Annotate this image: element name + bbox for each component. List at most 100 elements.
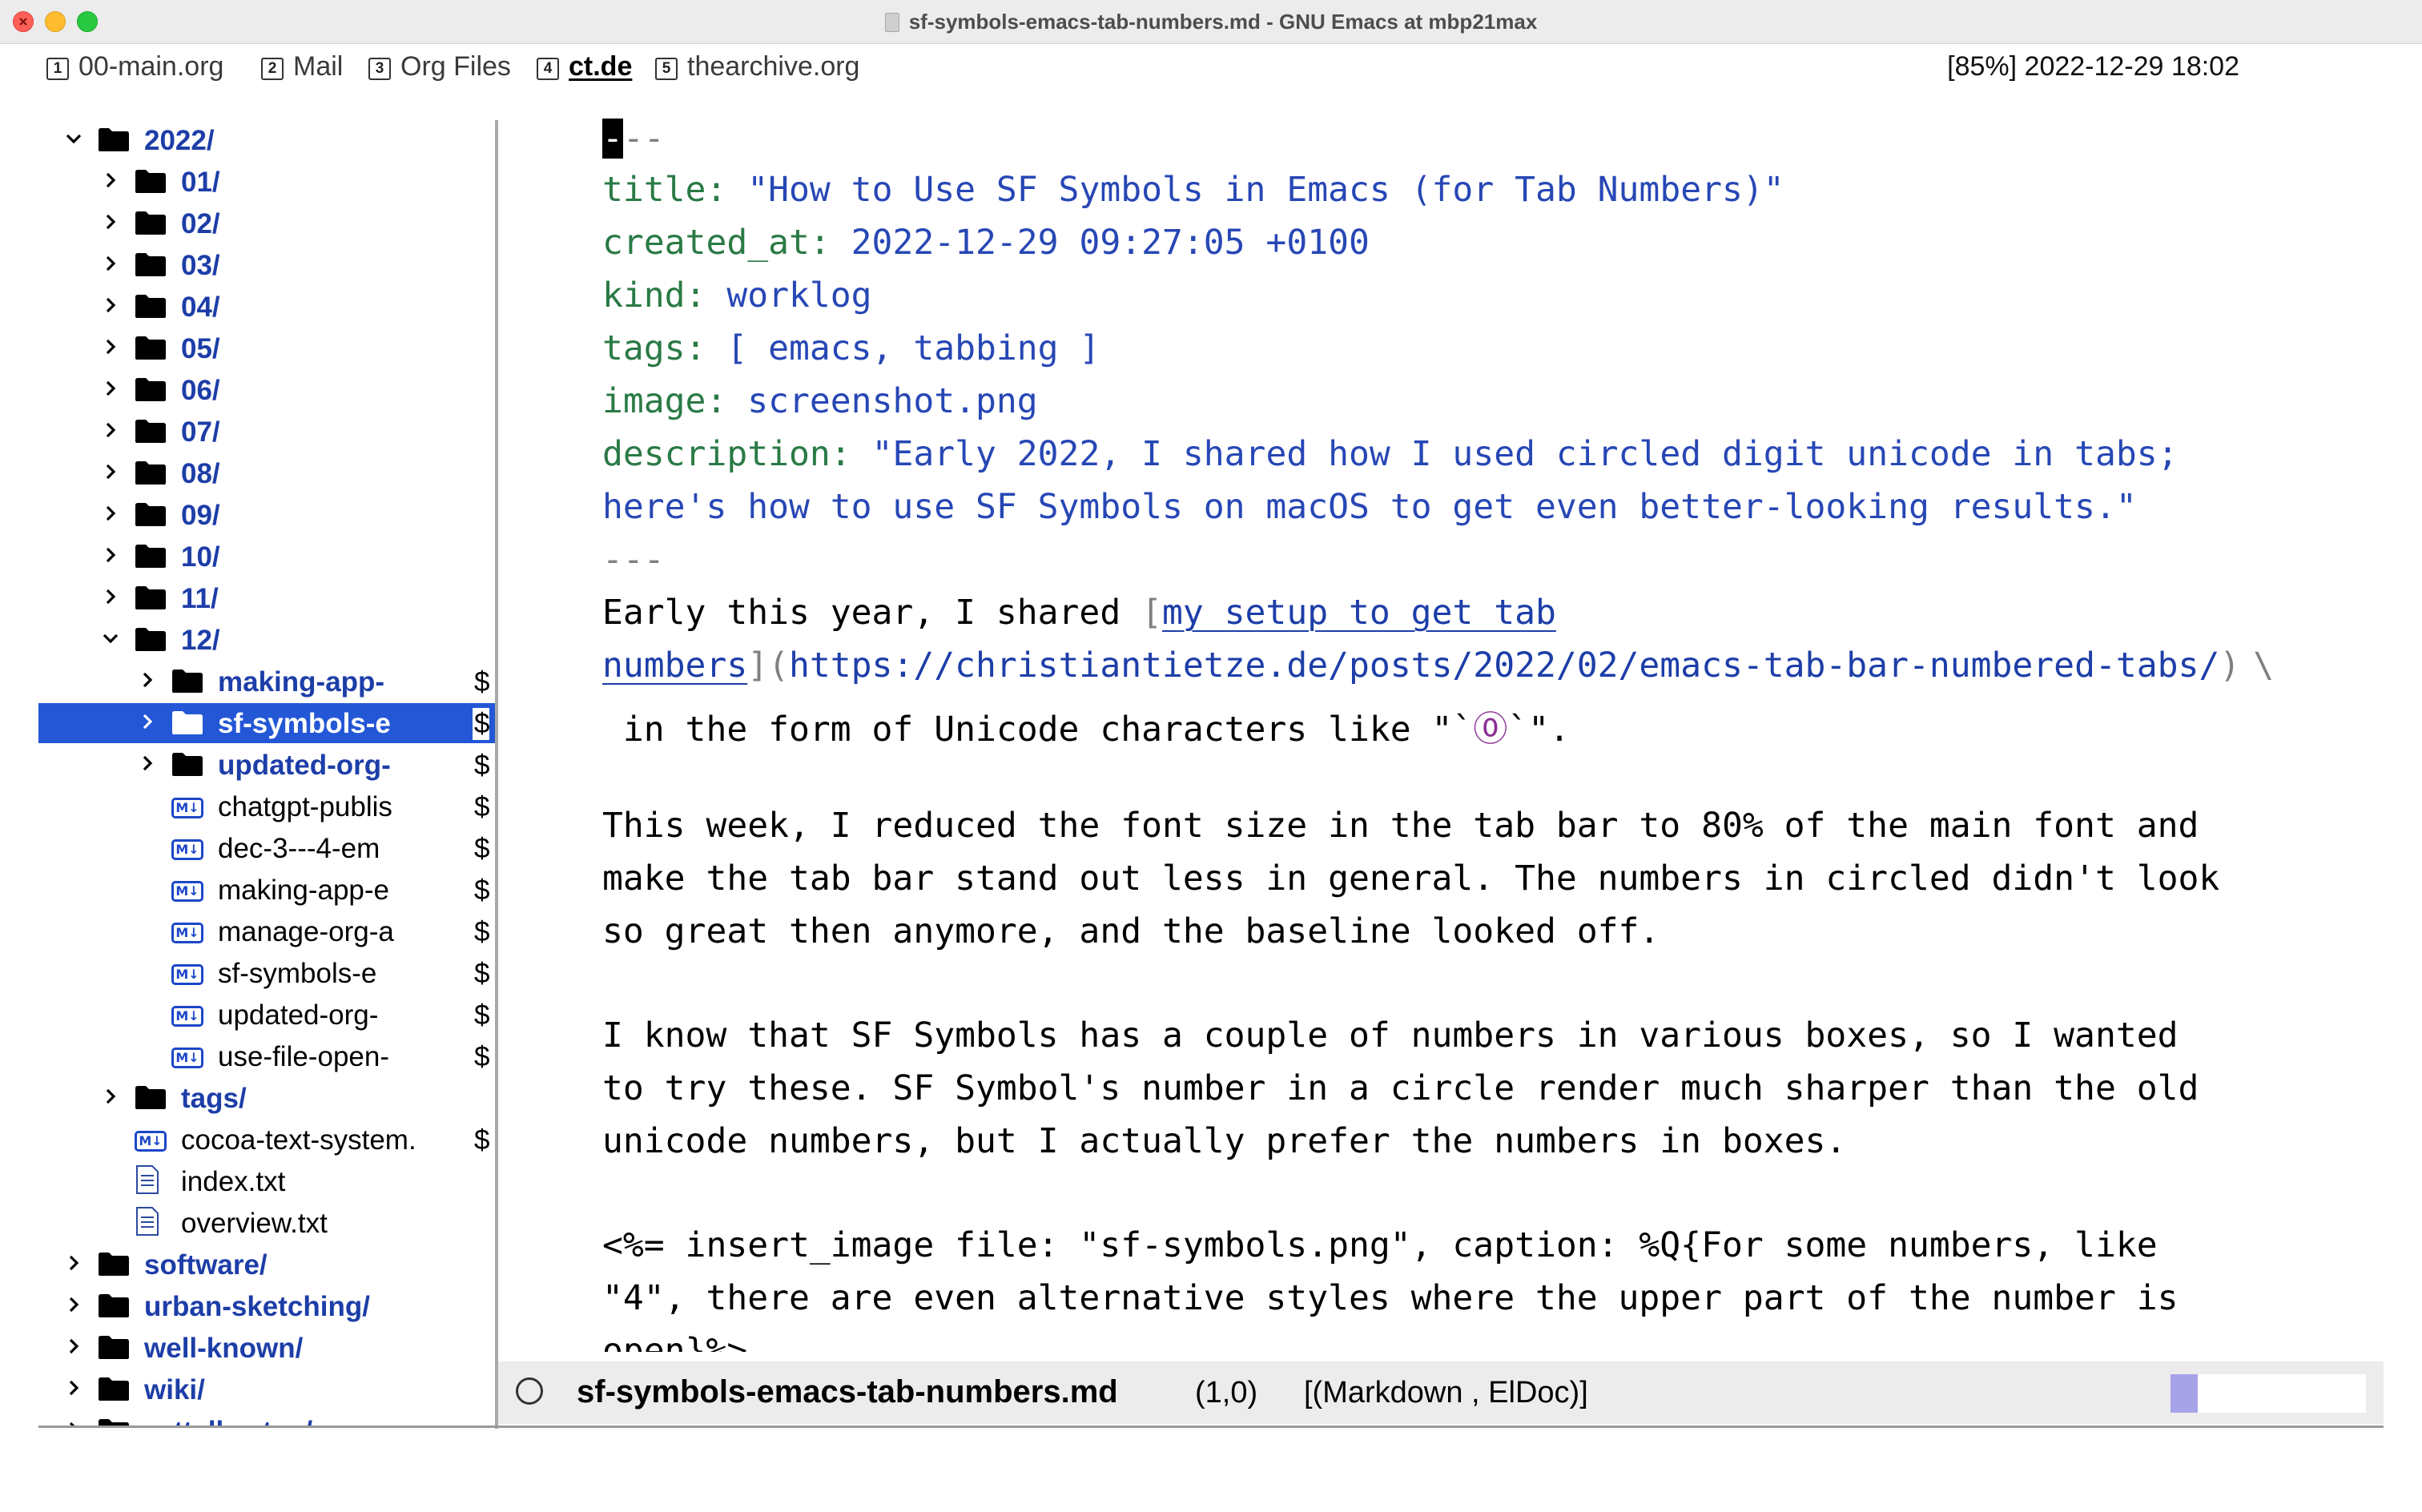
chevron-right-icon[interactable] (101, 587, 120, 606)
window-title: sf-symbols-emacs-tab-numbers.md - GNU Em… (0, 10, 2422, 34)
scroll-position-indicator (2171, 1374, 2366, 1413)
folder-icon (98, 1334, 130, 1364)
markdown-link-text[interactable]: numbers (602, 645, 747, 686)
paragraph-line: Early this year, I shared [my setup to g… (602, 593, 1556, 633)
chevron-right-icon[interactable] (101, 171, 120, 190)
chevron-right-icon[interactable] (64, 1253, 83, 1273)
window-divider[interactable] (495, 120, 498, 1429)
chevron-right-icon[interactable] (101, 545, 120, 565)
tree-folder-row[interactable]: software/ (38, 1245, 495, 1285)
folder-icon (135, 460, 167, 489)
paragraph-line: I know that SF Symbols has a couple of n… (602, 1015, 2179, 1056)
chevron-right-icon[interactable] (101, 212, 120, 231)
tree-file-row[interactable]: M↓ manage-org-a $ (38, 911, 495, 951)
folder-icon (98, 1293, 130, 1322)
major-minor-modes[interactable]: [(Markdown , ElDoc)] (1304, 1376, 1588, 1410)
markdown-file-icon: M↓ (171, 959, 203, 985)
truncation-indicator: $ (473, 875, 490, 907)
tree-folder-row[interactable]: urban-sketching/ (38, 1286, 495, 1326)
truncation-indicator: $ (473, 999, 490, 1031)
tree-file-row[interactable]: M↓ use-file-open- $ (38, 1036, 495, 1076)
tree-folder-row[interactable]: 04/ (38, 287, 495, 327)
tree-item-label: 07/ (181, 416, 220, 448)
chevron-right-icon[interactable] (64, 1420, 83, 1426)
tree-folder-row[interactable]: zettelkasten/ (38, 1411, 495, 1426)
mode-line: sf-symbols-emacs-tab-numbers.md (1,0) [(… (498, 1361, 2384, 1424)
chevron-right-icon[interactable] (64, 1295, 83, 1314)
tree-file-row[interactable]: M↓ dec-3---4-em $ (38, 828, 495, 868)
tree-folder-row[interactable]: 08/ (38, 453, 495, 493)
tree-folder-row[interactable]: tags/ (38, 1078, 495, 1118)
tree-folder-row[interactable]: 05/ (38, 328, 495, 368)
truncation-indicator: $ (473, 791, 490, 823)
chevron-right-icon[interactable] (101, 504, 120, 523)
tree-file-row[interactable]: M↓ sf-symbols-e $ (38, 953, 495, 993)
cursor-position: (1,0) (1195, 1376, 1258, 1409)
tree-item-label: 08/ (181, 458, 220, 489)
tree-item-label: 01/ (181, 167, 220, 198)
tree-folder-row[interactable]: sf-symbols-e $ (38, 703, 495, 743)
chevron-right-icon[interactable] (101, 296, 120, 315)
tree-folder-row[interactable]: 01/ (38, 162, 495, 202)
markdown-link-text[interactable]: my setup to get tab (1162, 593, 1556, 633)
tree-folder-row[interactable]: 10/ (38, 537, 495, 577)
folder-icon (135, 501, 167, 531)
tree-folder-row[interactable]: 06/ (38, 370, 495, 410)
tree-folder-row[interactable]: 11/ (38, 578, 495, 618)
tree-file-row[interactable]: overview.txt (38, 1203, 495, 1243)
chevron-right-icon[interactable] (101, 379, 120, 398)
tree-folder-row[interactable]: wiki/ (38, 1369, 495, 1409)
tree-file-row[interactable]: M↓ updated-org- $ (38, 995, 495, 1035)
paragraph-line: in the form of Unicode characters like "… (602, 710, 1570, 750)
tree-folder-row[interactable]: 12/ (38, 620, 495, 660)
paragraph-line: to try these. SF Symbol's number in a ci… (602, 1068, 2199, 1108)
truncation-indicator: $ (473, 833, 490, 865)
tab-4[interactable]: 4 ct.de (537, 51, 632, 82)
tree-folder-row[interactable]: 09/ (38, 495, 495, 535)
tree-file-row[interactable]: index.txt (38, 1161, 495, 1201)
tree-file-row[interactable]: M↓ making-app-e $ (38, 870, 495, 910)
tab-3[interactable]: 3 Org Files (368, 51, 511, 82)
editor-buffer[interactable]: --- title: "How to Use SF Symbols in Ema… (602, 119, 2380, 1352)
tree-file-row[interactable]: M↓ chatgpt-publis $ (38, 786, 495, 826)
tab-2[interactable]: 2 Mail (261, 51, 343, 82)
tree-folder-row[interactable]: updated-org- $ (38, 745, 495, 785)
chevron-right-icon[interactable] (138, 670, 157, 690)
tree-folder-row[interactable]: 02/ (38, 203, 495, 243)
tab-bar: 1 00-main.org 2 Mail 3 Org Files 4 ct.de 5th… (0, 43, 2422, 91)
frontmatter-kind: kind: worklog (602, 275, 872, 316)
chevron-right-icon[interactable] (64, 1337, 83, 1356)
tree-folder-row[interactable]: 07/ (38, 412, 495, 452)
chevron-right-icon[interactable] (101, 462, 120, 481)
truncation-indicator: $ (473, 666, 490, 698)
tree-item-label: updated-org- (218, 750, 391, 781)
tree-file-row[interactable]: M↓ cocoa-text-system. $ (38, 1120, 495, 1160)
chevron-right-icon[interactable] (64, 1378, 83, 1397)
chevron-down-icon[interactable] (101, 629, 120, 648)
chevron-down-icon[interactable] (64, 129, 83, 148)
tab-5[interactable]: 5 thearchive.org (655, 51, 859, 82)
chevron-right-icon[interactable] (101, 420, 120, 440)
folder-icon (171, 751, 203, 781)
file-tree-sidebar[interactable]: 2022/01/02/03/04/05/06/07/08/09/10/11/12… (38, 120, 495, 1426)
chevron-right-icon[interactable] (138, 754, 157, 773)
folder-icon (171, 668, 203, 698)
tab-1[interactable]: 1 00-main.org (46, 51, 223, 82)
chevron-right-icon[interactable] (101, 337, 120, 356)
tree-item-label: urban-sketching/ (144, 1291, 370, 1322)
chevron-right-icon[interactable] (101, 1087, 120, 1106)
tree-folder-row[interactable]: making-app- $ (38, 662, 495, 702)
title-bar: sf-symbols-emacs-tab-numbers.md - GNU Em… (0, 0, 2422, 44)
chevron-right-icon[interactable] (138, 712, 157, 731)
tree-item-label: use-file-open- (218, 1041, 389, 1072)
frontmatter-description: description: "Early 2022, I shared how I… (602, 434, 2179, 474)
chevron-right-icon[interactable] (101, 254, 120, 273)
boxed-number-icon: 2 (261, 58, 284, 80)
tree-folder-row[interactable]: 03/ (38, 245, 495, 285)
markdown-file-icon: M↓ (135, 1126, 167, 1152)
tree-item-label: zettelkasten/ (144, 1416, 312, 1426)
boxed-number-icon: 5 (655, 58, 678, 80)
markdown-link-url[interactable]: https://christiantietze.de/posts/2022/02… (789, 645, 2219, 686)
tree-folder-row[interactable]: 2022/ (38, 120, 495, 160)
tree-folder-row[interactable]: well-known/ (38, 1328, 495, 1368)
